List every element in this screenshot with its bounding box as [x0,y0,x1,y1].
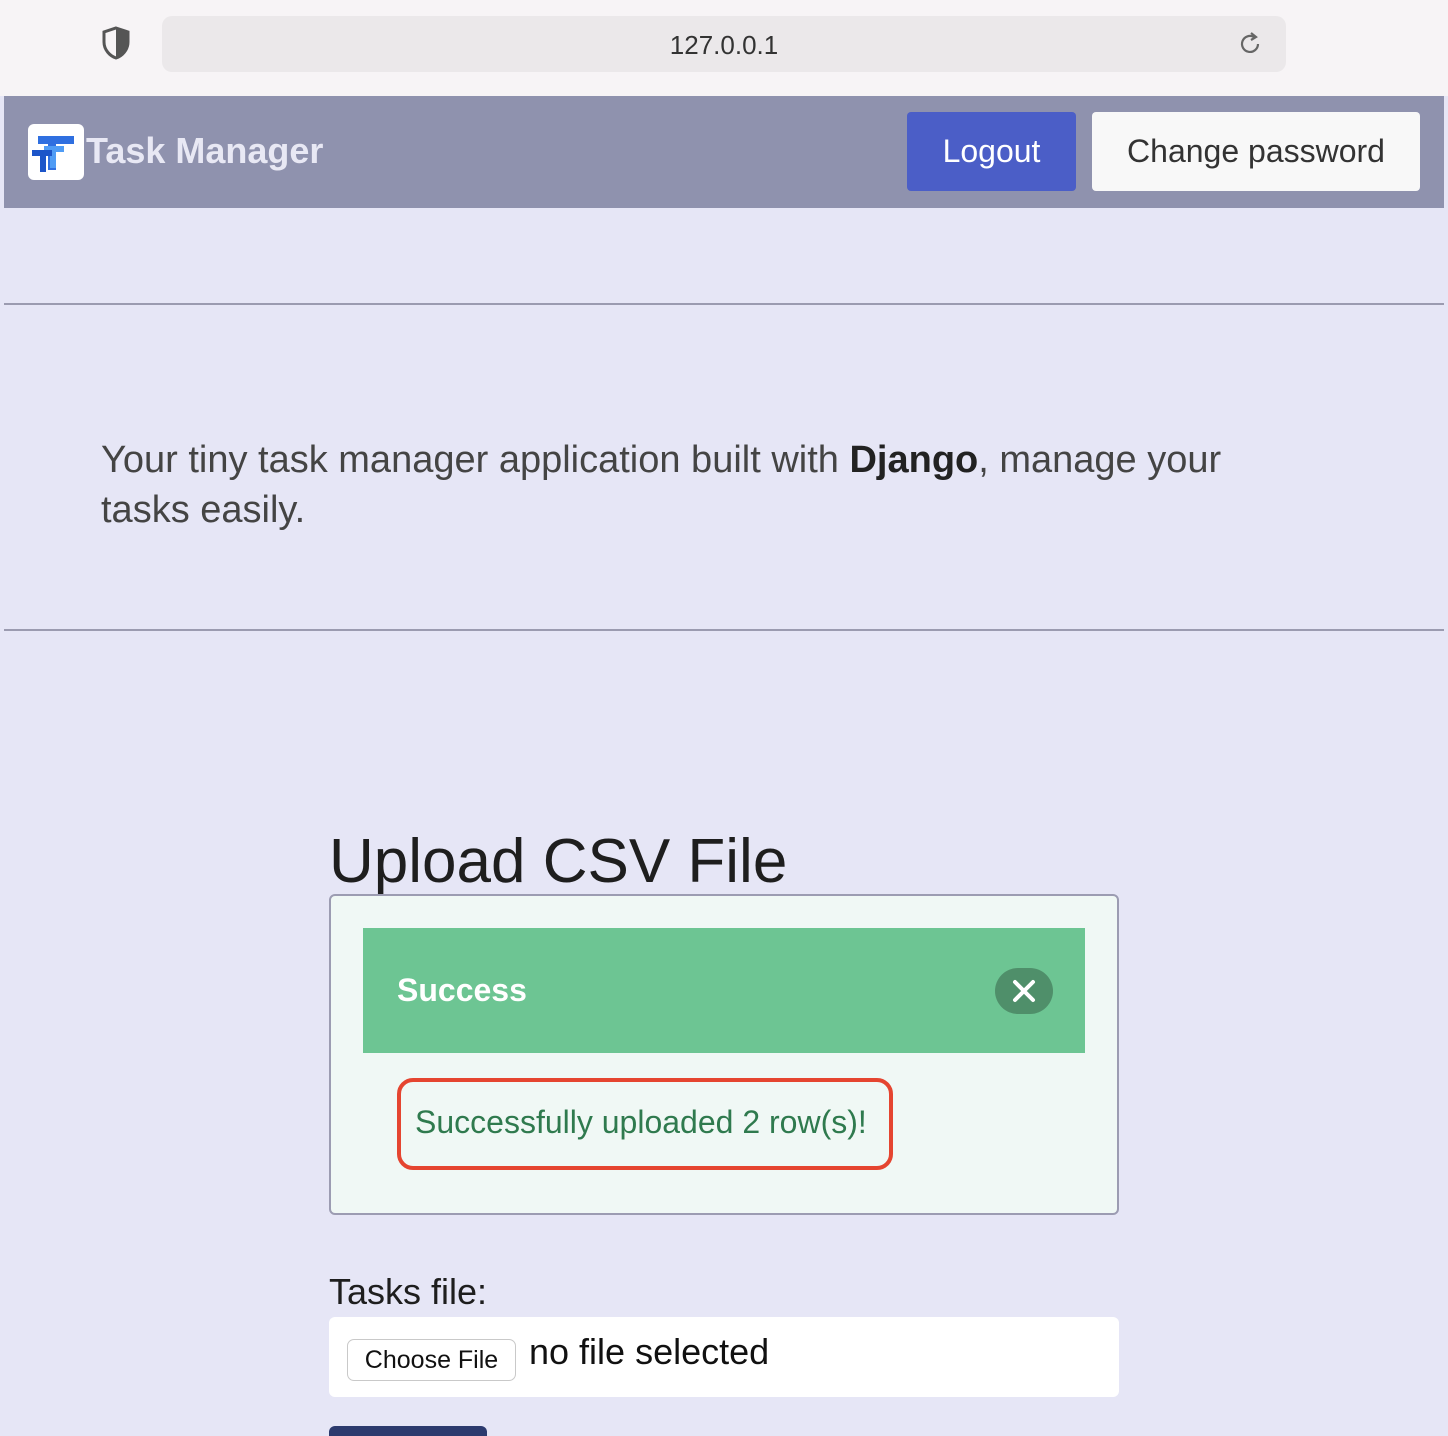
tasks-file-label: Tasks file: [329,1271,488,1312]
change-password-button[interactable]: Change password [1092,112,1420,191]
file-status-text: no file selected [529,1331,770,1372]
tagline-django: Django [849,439,979,481]
upload-submit-button[interactable] [329,1426,487,1436]
logout-button[interactable]: Logout [907,112,1076,191]
close-icon [1013,980,1035,1002]
alert-title: Success [397,972,527,1008]
tagline: Your tiny task manager application built… [101,435,1301,535]
file-input[interactable]: Choose File no file selected [329,1317,1119,1397]
url-text: 127.0.0.1 [669,30,779,60]
alert-message-highlight: Successfully uploaded 2 row(s)! [397,1078,893,1170]
task-manager-logo[interactable] [28,124,84,180]
alert-message: Successfully uploaded 2 row(s)! [415,1104,867,1140]
page-title: Upload CSV File [329,827,788,896]
divider-bottom [4,629,1444,631]
reload-icon[interactable] [1236,30,1264,58]
divider-top [4,303,1444,305]
navbar: Task Manager Logout Change password [4,96,1444,208]
browser-toolbar: 127.0.0.1 [0,0,1448,96]
success-alert-header: Success [363,928,1085,1053]
choose-file-button[interactable]: Choose File [347,1339,516,1381]
tagline-text-start: Your tiny task manager application built… [101,439,850,481]
shield-icon[interactable] [101,26,131,60]
address-bar[interactable]: 127.0.0.1 [162,16,1286,72]
close-alert-button[interactable] [995,968,1053,1014]
brand-title[interactable]: Task Manager [86,130,323,172]
alert-card: Success Successfully uploaded 2 row(s)! [329,894,1119,1215]
